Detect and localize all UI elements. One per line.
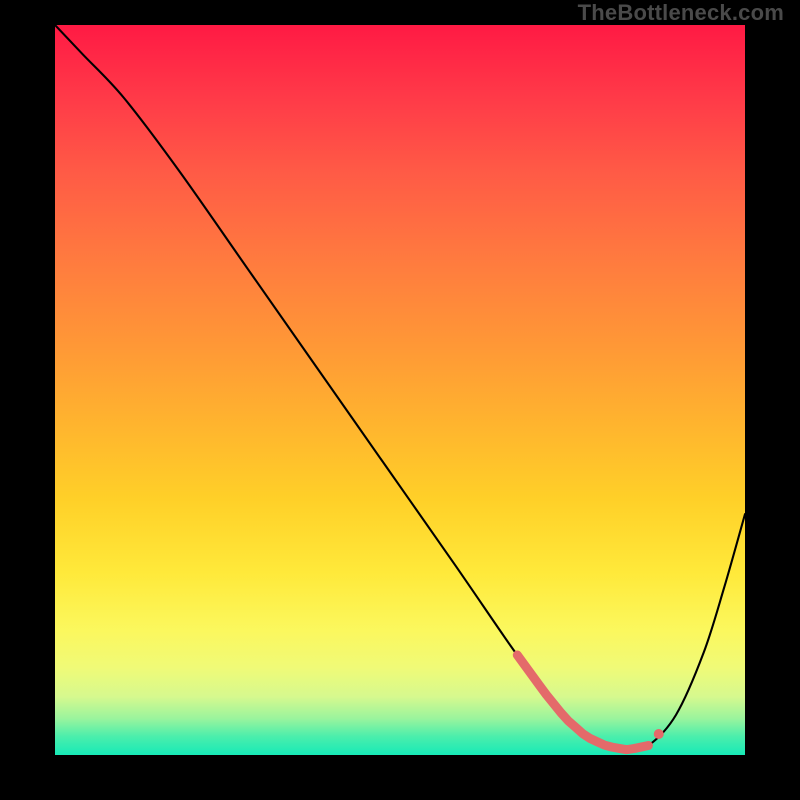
optimal-range-marker [517, 655, 648, 750]
plot-area [55, 25, 745, 755]
curve-layer [55, 25, 745, 755]
optimal-range-dot [654, 729, 664, 739]
watermark-text: TheBottleneck.com [578, 0, 784, 26]
bottleneck-curve-path [55, 25, 745, 750]
chart-container: TheBottleneck.com [0, 0, 800, 800]
